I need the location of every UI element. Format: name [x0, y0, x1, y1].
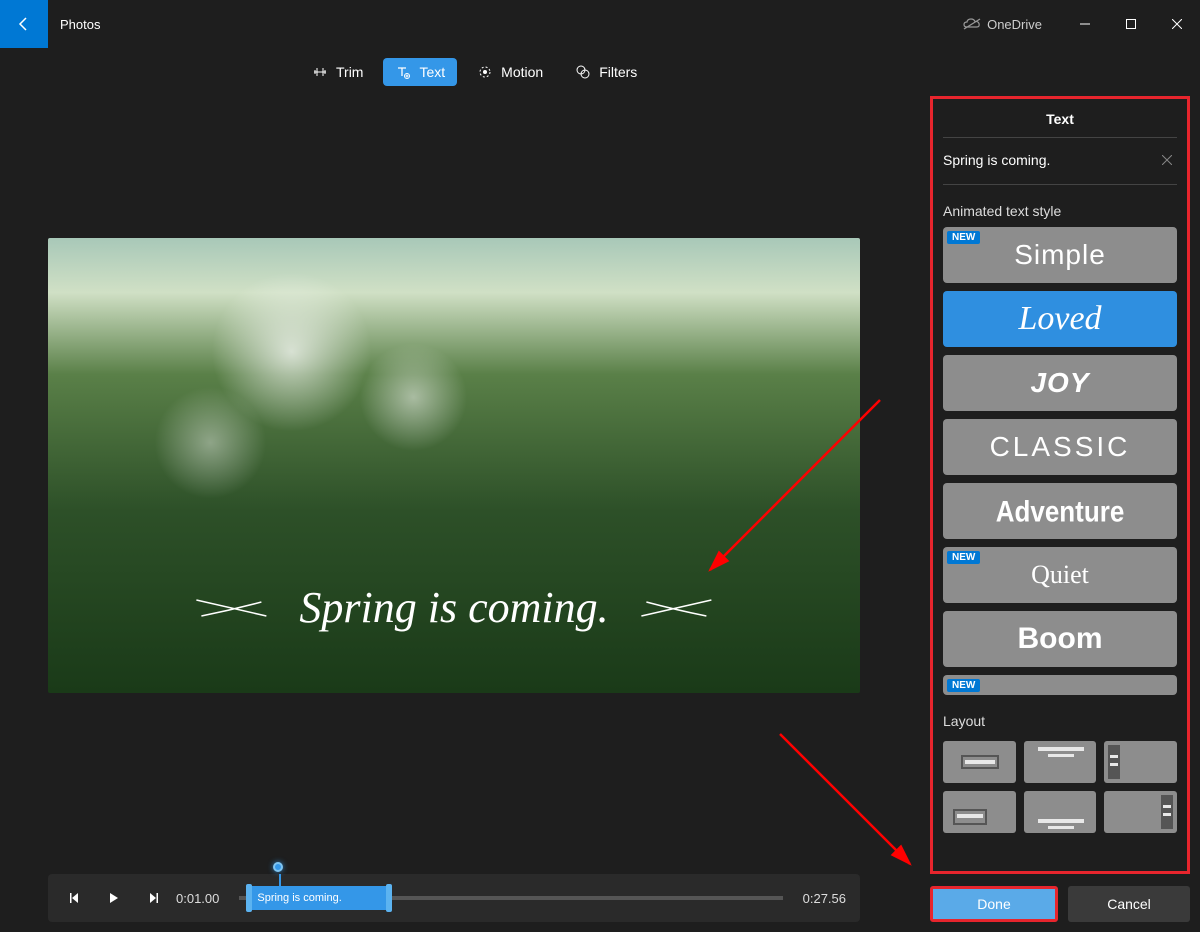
style-label: Simple: [1014, 239, 1106, 271]
timeline-end-time: 0:27.56: [803, 891, 846, 906]
timeline-track[interactable]: Spring is coming.: [239, 896, 782, 900]
style-simple[interactable]: NEW Simple: [943, 227, 1177, 283]
style-joy[interactable]: JOY: [943, 355, 1177, 411]
x-icon: [1162, 155, 1172, 165]
style-list[interactable]: NEW Simple Loved JOY CLASSIC Adventure N…: [943, 227, 1177, 695]
new-badge: NEW: [947, 231, 980, 244]
style-adventure[interactable]: Adventure: [943, 483, 1177, 539]
clip-label: Spring is coming.: [257, 892, 341, 904]
playhead[interactable]: [273, 862, 283, 872]
layout-center[interactable]: [943, 741, 1016, 783]
timeline: 0:01.00 Spring is coming. 0:27.56: [48, 874, 860, 922]
style-boom[interactable]: Boom: [943, 611, 1177, 667]
next-frame-icon: [145, 891, 159, 905]
onedrive-status[interactable]: OneDrive: [963, 17, 1042, 32]
style-next-partial[interactable]: NEW: [943, 675, 1177, 695]
text-input[interactable]: Spring is coming.: [943, 152, 1157, 168]
layout-bottom[interactable]: [1024, 791, 1097, 833]
trim-icon: [312, 64, 328, 80]
filters-icon: [575, 64, 591, 80]
prev-frame-button[interactable]: [62, 884, 90, 912]
edit-toolbar: Trim Text Motion Filters: [0, 48, 1200, 96]
arrow-left-icon: [16, 16, 32, 32]
tab-text-label: Text: [419, 64, 445, 80]
style-label: JOY: [1030, 367, 1089, 399]
video-preview[interactable]: Spring is coming.: [48, 238, 860, 693]
animated-style-label: Animated text style: [943, 203, 1177, 219]
flourish-right-icon: [637, 588, 717, 628]
tab-text[interactable]: Text: [383, 58, 457, 86]
cloud-off-icon: [963, 18, 981, 30]
clip-handle-left[interactable]: [246, 884, 252, 912]
panel-title: Text: [943, 107, 1177, 138]
tab-motion[interactable]: Motion: [465, 58, 555, 86]
style-loved[interactable]: Loved: [943, 291, 1177, 347]
motion-icon: [477, 64, 493, 80]
maximize-icon: [1126, 19, 1136, 29]
timeline-start-time: 0:01.00: [176, 891, 219, 906]
flourish-left-icon: [191, 588, 271, 628]
layout-label: Layout: [943, 713, 1177, 729]
clip-handle-right[interactable]: [386, 884, 392, 912]
new-badge: NEW: [947, 679, 980, 692]
app-title: Photos: [60, 17, 100, 32]
clear-text-button[interactable]: [1157, 152, 1177, 168]
overlay-text: Spring is coming.: [191, 582, 716, 633]
done-label: Done: [977, 896, 1010, 912]
tab-filters-label: Filters: [599, 64, 637, 80]
style-label: Quiet: [1031, 560, 1089, 590]
prev-frame-icon: [69, 891, 83, 905]
style-classic[interactable]: CLASSIC: [943, 419, 1177, 475]
text-panel: Text Spring is coming. Animated text sty…: [920, 96, 1200, 932]
minimize-button[interactable]: [1062, 8, 1108, 40]
tab-filters[interactable]: Filters: [563, 58, 649, 86]
cancel-label: Cancel: [1107, 896, 1151, 912]
next-frame-button[interactable]: [138, 884, 166, 912]
new-badge: NEW: [947, 551, 980, 564]
tab-motion-label: Motion: [501, 64, 543, 80]
minimize-icon: [1080, 19, 1090, 29]
close-icon: [1172, 19, 1182, 29]
text-icon: [395, 64, 411, 80]
style-label: Boom: [1018, 622, 1103, 656]
layout-left[interactable]: [1104, 741, 1177, 783]
text-clip[interactable]: Spring is coming.: [249, 886, 389, 910]
title-bar: Photos OneDrive: [0, 0, 1200, 48]
action-row: Done Cancel: [930, 886, 1190, 922]
layout-bottom-box[interactable]: [943, 791, 1016, 833]
layout-right[interactable]: [1104, 791, 1177, 833]
style-label: Loved: [1018, 300, 1101, 338]
cancel-button[interactable]: Cancel: [1068, 886, 1190, 922]
play-button[interactable]: [100, 884, 128, 912]
layout-grid: [943, 741, 1177, 833]
overlay-text-value: Spring is coming.: [299, 582, 608, 633]
close-button[interactable]: [1154, 8, 1200, 40]
play-icon: [107, 891, 121, 905]
done-button[interactable]: Done: [930, 886, 1058, 922]
tab-trim[interactable]: Trim: [300, 58, 375, 86]
preview-area: Spring is coming. 0:01.00 S: [0, 96, 920, 932]
style-quiet[interactable]: NEW Quiet: [943, 547, 1177, 603]
style-label: Adventure: [996, 493, 1125, 529]
style-label: CLASSIC: [990, 431, 1131, 463]
tab-trim-label: Trim: [336, 64, 363, 80]
maximize-button[interactable]: [1108, 8, 1154, 40]
layout-top[interactable]: [1024, 741, 1097, 783]
onedrive-label: OneDrive: [987, 17, 1042, 32]
back-button[interactable]: [0, 0, 48, 48]
